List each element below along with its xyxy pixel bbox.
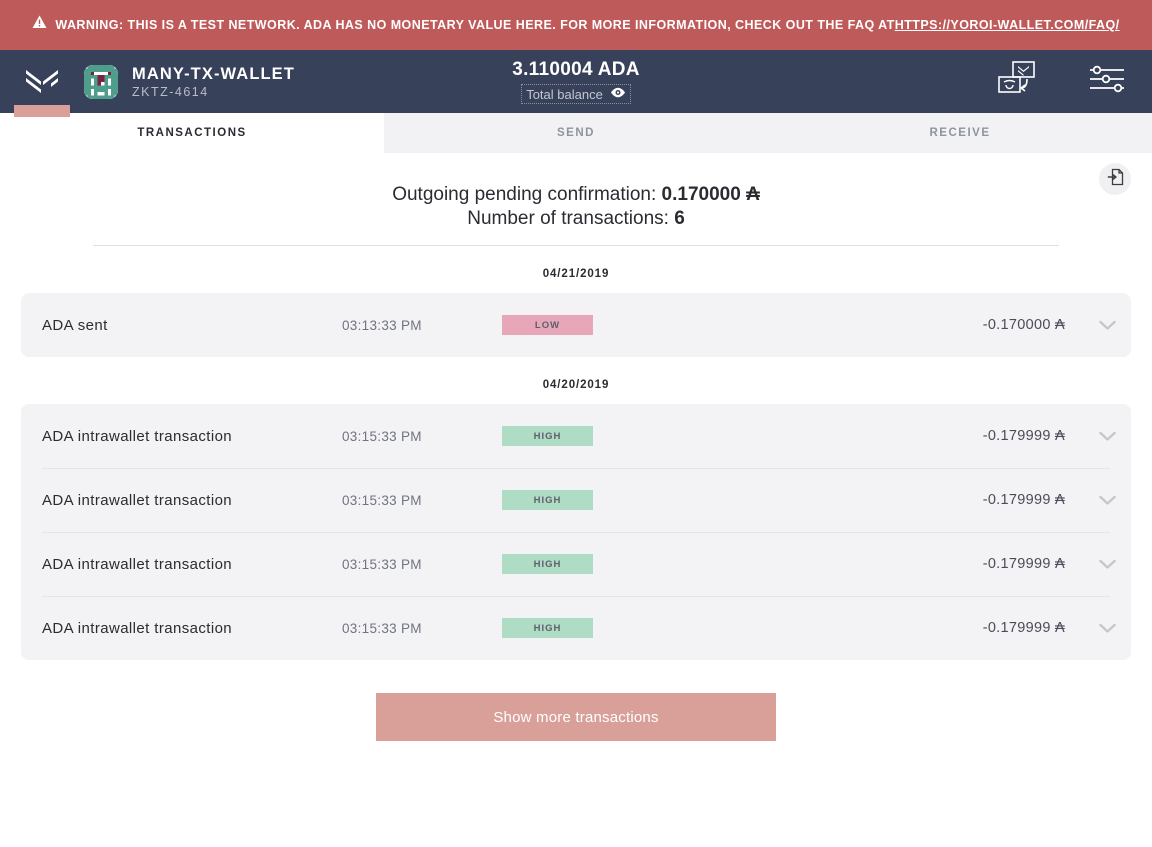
navbar-actions [996,59,1126,104]
table-row[interactable]: ADA intrawallet transaction 03:15:33 PM … [21,404,1131,468]
transaction-type: ADA intrawallet transaction [42,427,233,445]
transaction-date-header: 04/20/2019 [0,357,1152,404]
transaction-status-cell: HIGH [502,426,642,446]
transaction-amount: -0.170000 ₳ [982,317,1065,333]
summary-divider [93,245,1059,246]
transaction-status-cell: LOW [502,315,642,335]
table-row[interactable]: ADA intrawallet transaction 03:15:33 PM … [21,596,1131,660]
transaction-type: ADA intrawallet transaction [42,555,233,573]
transaction-time: 03:15:33 PM [342,620,422,636]
transaction-count-value: 6 [674,208,685,229]
status-badge: HIGH [502,426,593,446]
tab-send[interactable]: SEND [384,113,768,153]
total-balance-amount: 3.110004 ADA [512,59,640,80]
faq-link[interactable]: HTTPS://YOROI-WALLET.COM/FAQ/ [895,15,1120,35]
transaction-count-line: Number of transactions: 6 [0,207,1152,231]
toggle-balance-visibility-button[interactable]: Total balance [521,84,631,104]
transaction-amount: -0.179999 ₳ [982,620,1065,636]
pending-confirmation-label: Outgoing pending confirmation: [392,184,657,205]
switch-wallet-icon[interactable] [996,59,1042,104]
status-badge: HIGH [502,490,593,510]
total-balance-label: Total balance [526,86,603,102]
show-more-transactions-button[interactable]: Show more transactions [376,693,776,741]
wallet-tab-bar: TRANSACTIONS SEND RECEIVE [0,113,1152,153]
transaction-status-cell: HIGH [502,490,642,510]
transaction-time: 03:15:33 PM [342,556,422,572]
status-badge: HIGH [502,618,593,638]
table-row[interactable]: ADA sent 03:13:33 PM LOW -0.170000 ₳ [21,293,1131,357]
transaction-date-group: 04/20/2019 ADA intrawallet transaction 0… [0,357,1152,660]
transaction-amount: -0.179999 ₳ [982,428,1065,444]
yoroi-logo-button[interactable] [0,50,84,117]
pending-confirmation-line: Outgoing pending confirmation: 0.170000 … [0,183,1152,207]
status-badge: LOW [502,315,593,335]
transaction-amount: -0.179999 ₳ [982,492,1065,508]
wallet-info[interactable]: MANY-TX-WALLET ZKTZ-4614 [84,64,295,99]
transaction-time: 03:15:33 PM [342,428,422,444]
transaction-type: ADA intrawallet transaction [42,491,233,509]
transaction-count-label: Number of transactions: [467,208,669,229]
transaction-status-cell: HIGH [502,618,642,638]
pending-confirmation-value: 0.170000 ₳ [661,184,760,205]
settings-sliders-icon[interactable] [1088,65,1126,98]
transactions-panel: Outgoing pending confirmation: 0.170000 … [0,153,1152,741]
transaction-type: ADA sent [42,316,108,334]
table-row[interactable]: ADA intrawallet transaction 03:15:33 PM … [21,532,1131,596]
wallet-identicon-avatar [84,64,118,99]
export-transactions-button[interactable] [1099,163,1131,195]
test-network-warning-banner: WARNING: THIS IS A TEST NETWORK. ADA HAS… [0,0,1152,50]
wallet-name: MANY-TX-WALLET [132,64,295,83]
tab-receive[interactable]: RECEIVE [768,113,1152,153]
transaction-date-group: 04/21/2019 ADA sent 03:13:33 PM LOW -0.1… [0,246,1152,357]
transaction-amount: -0.179999 ₳ [982,556,1065,572]
export-file-icon [1107,168,1124,191]
transaction-type: ADA intrawallet transaction [42,619,233,637]
transaction-status-cell: HIGH [502,554,642,574]
transaction-list: ADA sent 03:13:33 PM LOW -0.170000 ₳ [21,293,1131,357]
status-badge: HIGH [502,554,593,574]
chevron-down-icon[interactable] [1083,495,1131,506]
transaction-time: 03:13:33 PM [342,317,422,333]
chevron-down-icon[interactable] [1083,431,1131,442]
chevron-down-icon[interactable] [1083,559,1131,570]
transaction-date-header: 04/21/2019 [0,246,1152,293]
show-more-wrapper: Show more transactions [0,660,1152,741]
warning-text: WARNING: THIS IS A TEST NETWORK. ADA HAS… [55,18,895,32]
transactions-summary: Outgoing pending confirmation: 0.170000 … [0,153,1152,246]
chevron-down-icon[interactable] [1083,320,1131,331]
table-row[interactable]: ADA intrawallet transaction 03:15:33 PM … [21,468,1131,532]
yoroi-logo-icon [25,67,59,97]
transaction-list: ADA intrawallet transaction 03:15:33 PM … [21,404,1131,660]
top-navbar: MANY-TX-WALLET ZKTZ-4614 3.110004 ADA To… [0,50,1152,117]
active-wallet-indicator [14,105,70,117]
tab-transactions[interactable]: TRANSACTIONS [0,113,384,153]
eye-icon [610,85,626,103]
chevron-down-icon[interactable] [1083,623,1131,634]
wallet-id: ZKTZ-4614 [132,84,209,99]
transaction-time: 03:15:33 PM [342,492,422,508]
warning-triangle-icon [32,15,47,35]
